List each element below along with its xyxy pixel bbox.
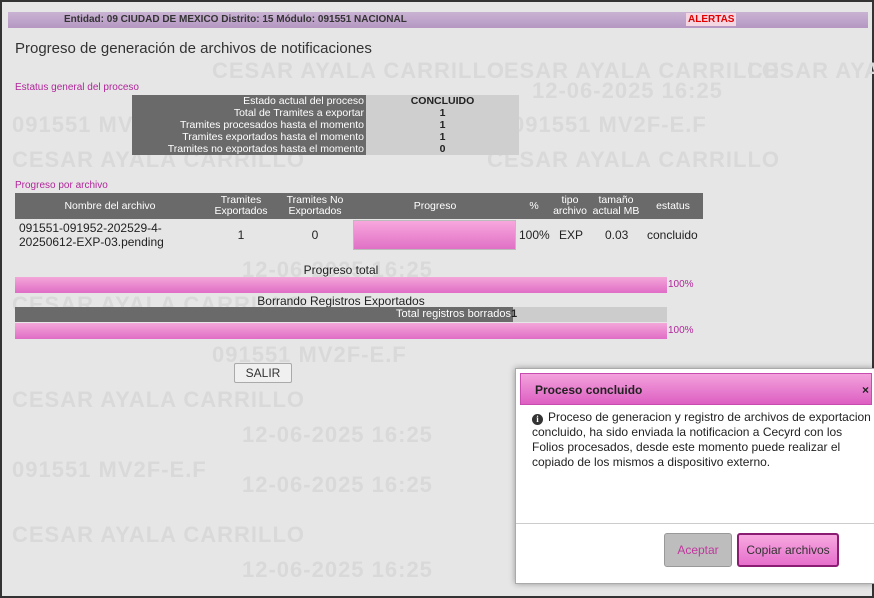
copiar-archivos-button[interactable]: Copiar archivos	[737, 533, 839, 567]
total-progress-fill	[15, 277, 667, 293]
column-header-estatus: estatus	[656, 199, 690, 212]
status-row-value: 1	[366, 119, 519, 131]
watermark-text: 12-06-2025 16:25	[242, 472, 433, 497]
deleting-progress-fill	[15, 323, 667, 339]
file-name-cell: 091551-091952-202529-4-20250612-EXP-03.p…	[19, 221, 164, 249]
status-row-value: 0	[366, 143, 519, 155]
deleted-records-label: Total registros borrados	[396, 308, 511, 320]
status-row-value: 1	[366, 107, 519, 119]
watermark-text: CESAR AYALA CARRILLO	[12, 522, 305, 547]
watermark-text: CESAR AYALA CARRILLO	[487, 58, 780, 83]
deleted-records-count: 1	[511, 308, 518, 320]
watermark-text: 091551 MV2F-E.F	[512, 112, 707, 137]
file-table-header: Nombre del archivo Tramites Exportados T…	[15, 193, 703, 219]
watermark-text: CESAR AYALA CARRILLO	[747, 58, 874, 83]
status-row-label: Total de Tramites a exportar	[132, 107, 366, 119]
deleting-progress-pct: 100%	[668, 325, 694, 336]
table-row: 091551-091952-202529-4-20250612-EXP-03.p…	[15, 220, 703, 250]
entity-info: Entidad: 09 CIUDAD DE MEXICO Distrito: 1…	[64, 14, 407, 25]
dialog-header: Proceso concluido ×	[520, 373, 872, 405]
column-header-tamano: tamaño actual MB	[592, 194, 640, 217]
exportados-cell: 1	[237, 228, 245, 242]
dialog-title: Proceso concluido	[535, 383, 643, 397]
status-row: Tramites procesados hasta el momento 1	[132, 119, 519, 131]
dialog-message: i Proceso de generacion y registro de arc…	[532, 410, 872, 470]
close-icon[interactable]: ×	[862, 383, 869, 397]
column-header-pct: %	[529, 199, 539, 212]
deleting-label: Borrando Registros Exportados	[257, 294, 425, 308]
column-header-progreso: Progreso	[413, 199, 457, 212]
file-progress-bar	[353, 220, 516, 250]
watermark-text: 12-06-2025 16:25	[532, 78, 723, 103]
watermark-text: 12-06-2025 16:25	[242, 557, 433, 582]
status-row: Total de Tramites a exportar 1	[132, 107, 519, 119]
status-row-value: 1	[366, 131, 519, 143]
watermark-text: CESAR AYALA CARRILLO	[212, 58, 505, 83]
total-progress-bar	[15, 277, 667, 293]
alerts-link[interactable]: ALERTAS	[686, 13, 737, 26]
status-table: Estado actual del proceso CONCLUIDO Tota…	[132, 95, 519, 155]
aceptar-button[interactable]: Aceptar	[664, 533, 732, 567]
dialog-divider	[516, 523, 874, 524]
file-section-label: Progreso por archivo	[15, 180, 108, 191]
file-progress-fill	[354, 221, 515, 249]
page-title: Progreso de generación de archivos de no…	[15, 40, 372, 57]
status-row-label: Tramites no exportados hasta el momento	[132, 143, 366, 155]
deleted-records-bar: Total registros borrados 1	[15, 307, 667, 322]
column-header-exportados: Tramites Exportados	[214, 194, 268, 217]
status-row: Tramites no exportados hasta el momento …	[132, 143, 519, 155]
status-section-label: Estatus general del proceso	[15, 82, 139, 93]
status-row-label: Tramites procesados hasta el momento	[132, 119, 366, 131]
entity-header-bar: Entidad: 09 CIUDAD DE MEXICO Distrito: 1…	[8, 12, 868, 28]
no-exportados-cell: 0	[311, 228, 319, 242]
status-row: Estado actual del proceso CONCLUIDO	[132, 95, 519, 107]
watermark-text: 12-06-2025 16:25	[242, 422, 433, 447]
tipo-cell: EXP	[559, 228, 584, 242]
column-header-tipo: tipo archivo	[553, 194, 587, 217]
status-row: Tramites exportados hasta el momento 1	[132, 131, 519, 143]
watermark-text: CESAR AYALA CARRILLO	[12, 387, 305, 412]
status-row-label: Estado actual del proceso	[132, 95, 366, 107]
process-complete-dialog: Proceso concluido × i Proceso de generaci…	[515, 368, 874, 584]
salir-button[interactable]: SALIR	[234, 363, 292, 383]
deleting-progress-bar	[15, 323, 667, 339]
watermark-text: CESAR AYALA CARRILLO	[487, 147, 780, 172]
tamano-cell: 0.03	[605, 228, 629, 242]
column-header-no-exportados: Tramites No Exportados	[286, 194, 344, 217]
column-header-nombre: Nombre del archivo	[64, 199, 156, 212]
watermark-text: 091551 MV2F-E.F	[12, 457, 207, 482]
total-progress-pct: 100%	[668, 279, 694, 290]
estatus-cell: concluido	[647, 228, 698, 242]
info-icon: i	[532, 414, 543, 425]
status-row-label: Tramites exportados hasta el momento	[132, 131, 366, 143]
dialog-message-text: Proceso de generacion y registro de arch…	[532, 410, 871, 469]
pct-cell: 100%	[519, 228, 550, 242]
total-progress-label: Progreso total	[303, 263, 379, 277]
status-row-value: CONCLUIDO	[366, 95, 519, 107]
